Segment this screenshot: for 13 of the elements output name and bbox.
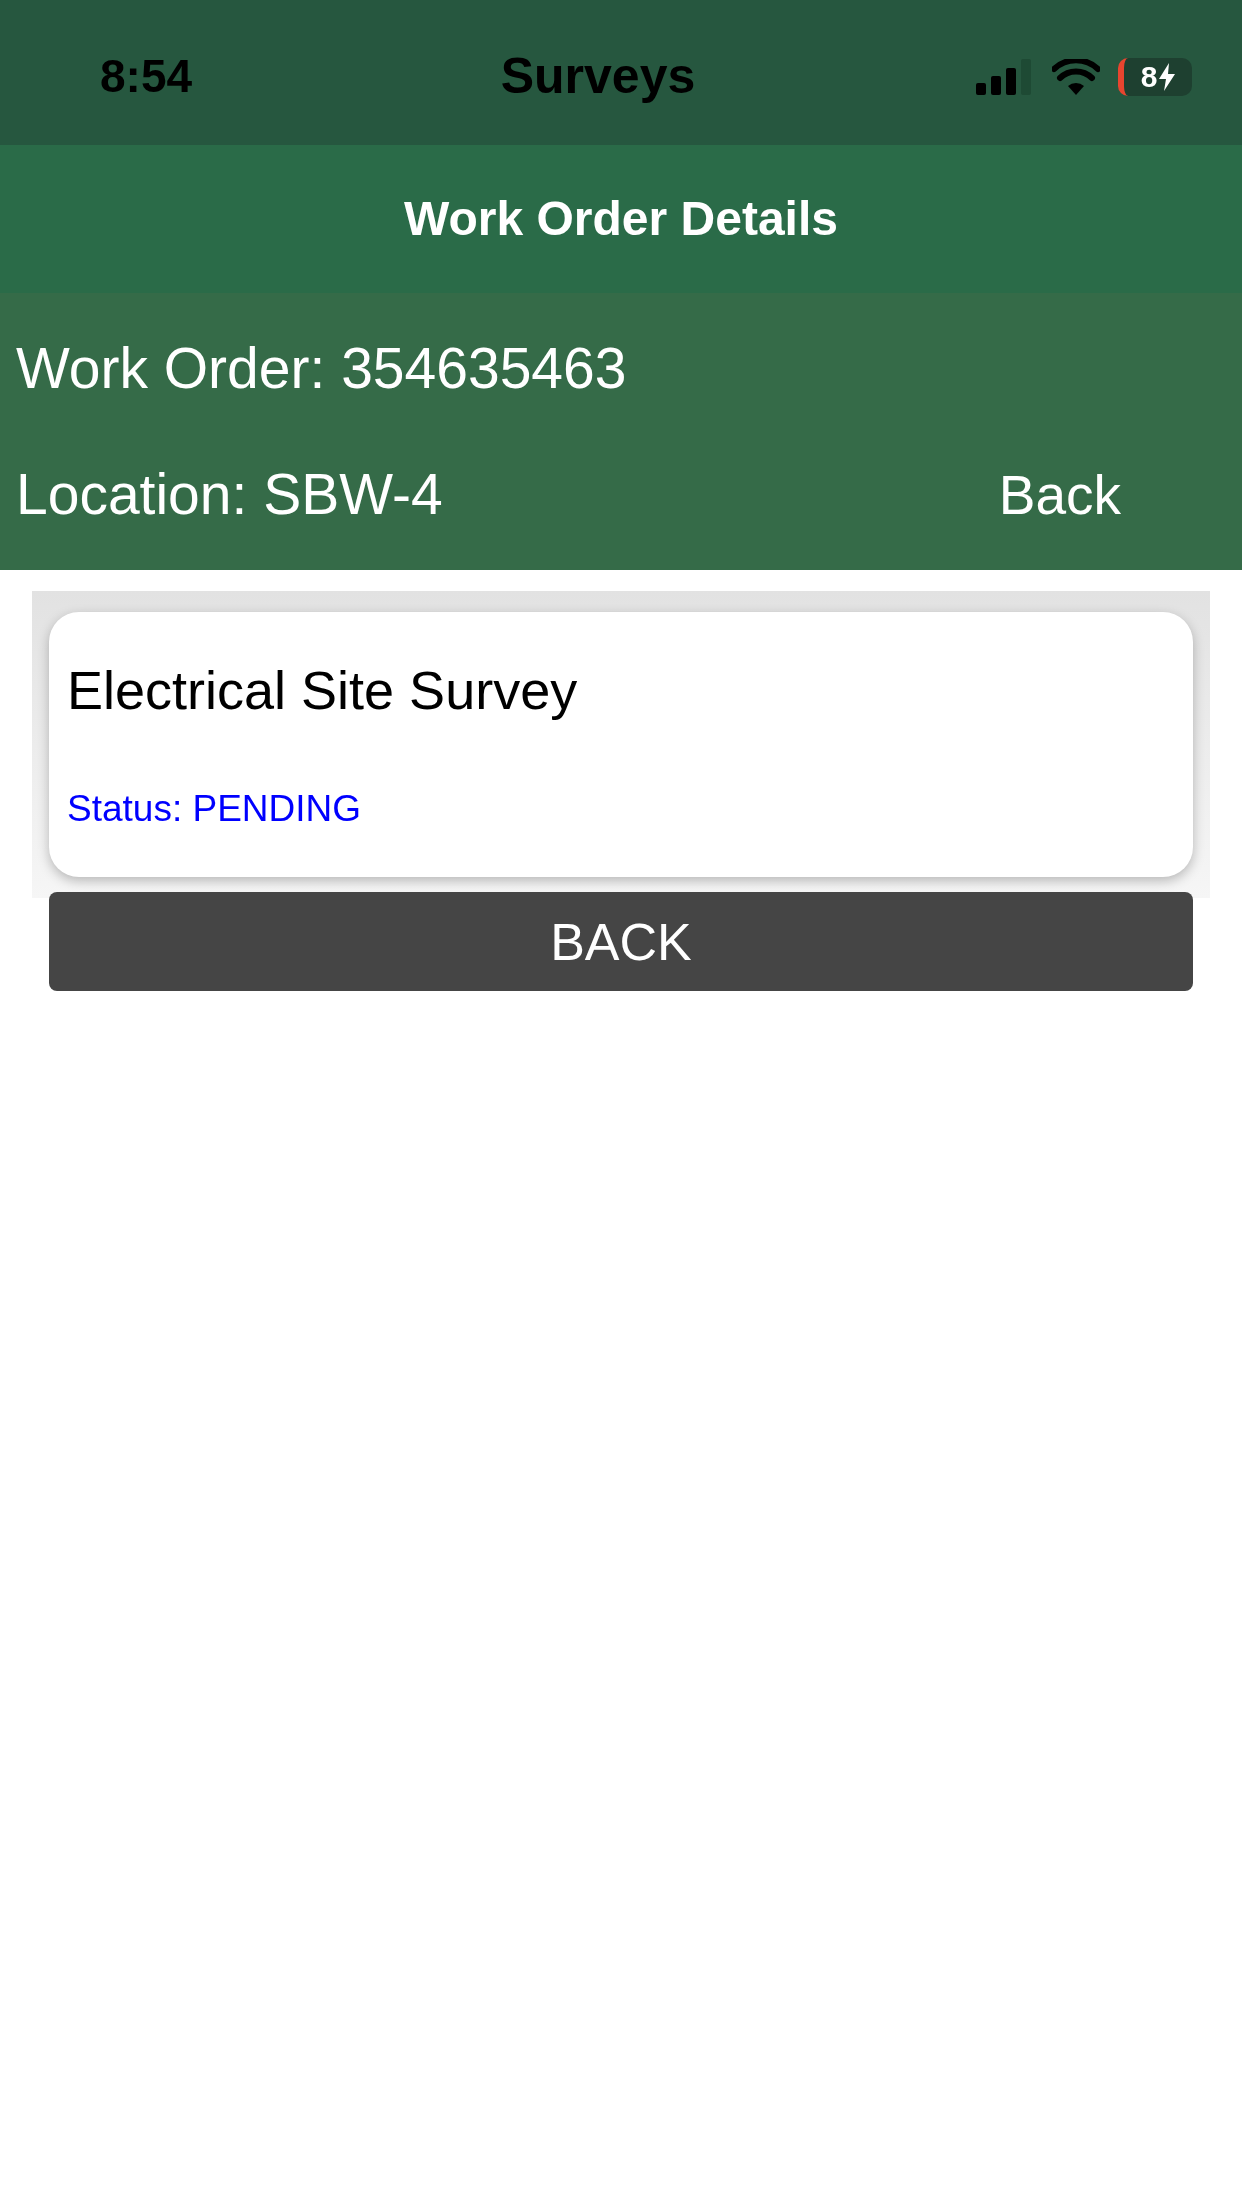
back-button[interactable]: BACK <box>49 892 1193 991</box>
app-title: Surveys <box>499 47 697 106</box>
page-title: Work Order Details <box>404 191 838 247</box>
battery-percentage: 8 <box>1140 61 1158 92</box>
wifi-icon <box>1052 58 1100 95</box>
survey-card[interactable]: Electrical Site Survey Status: PENDING <box>49 612 1193 877</box>
location-label: Location: SBW-4 <box>16 461 443 528</box>
survey-title: Electrical Site Survey <box>67 659 579 722</box>
back-link[interactable]: Back <box>998 453 1121 536</box>
signal-icon <box>976 58 1034 95</box>
survey-status: Status: PENDING <box>67 787 363 831</box>
clock-time: 8:54 <box>100 49 194 104</box>
work-order-number: Work Order: 354635463 <box>16 334 628 402</box>
